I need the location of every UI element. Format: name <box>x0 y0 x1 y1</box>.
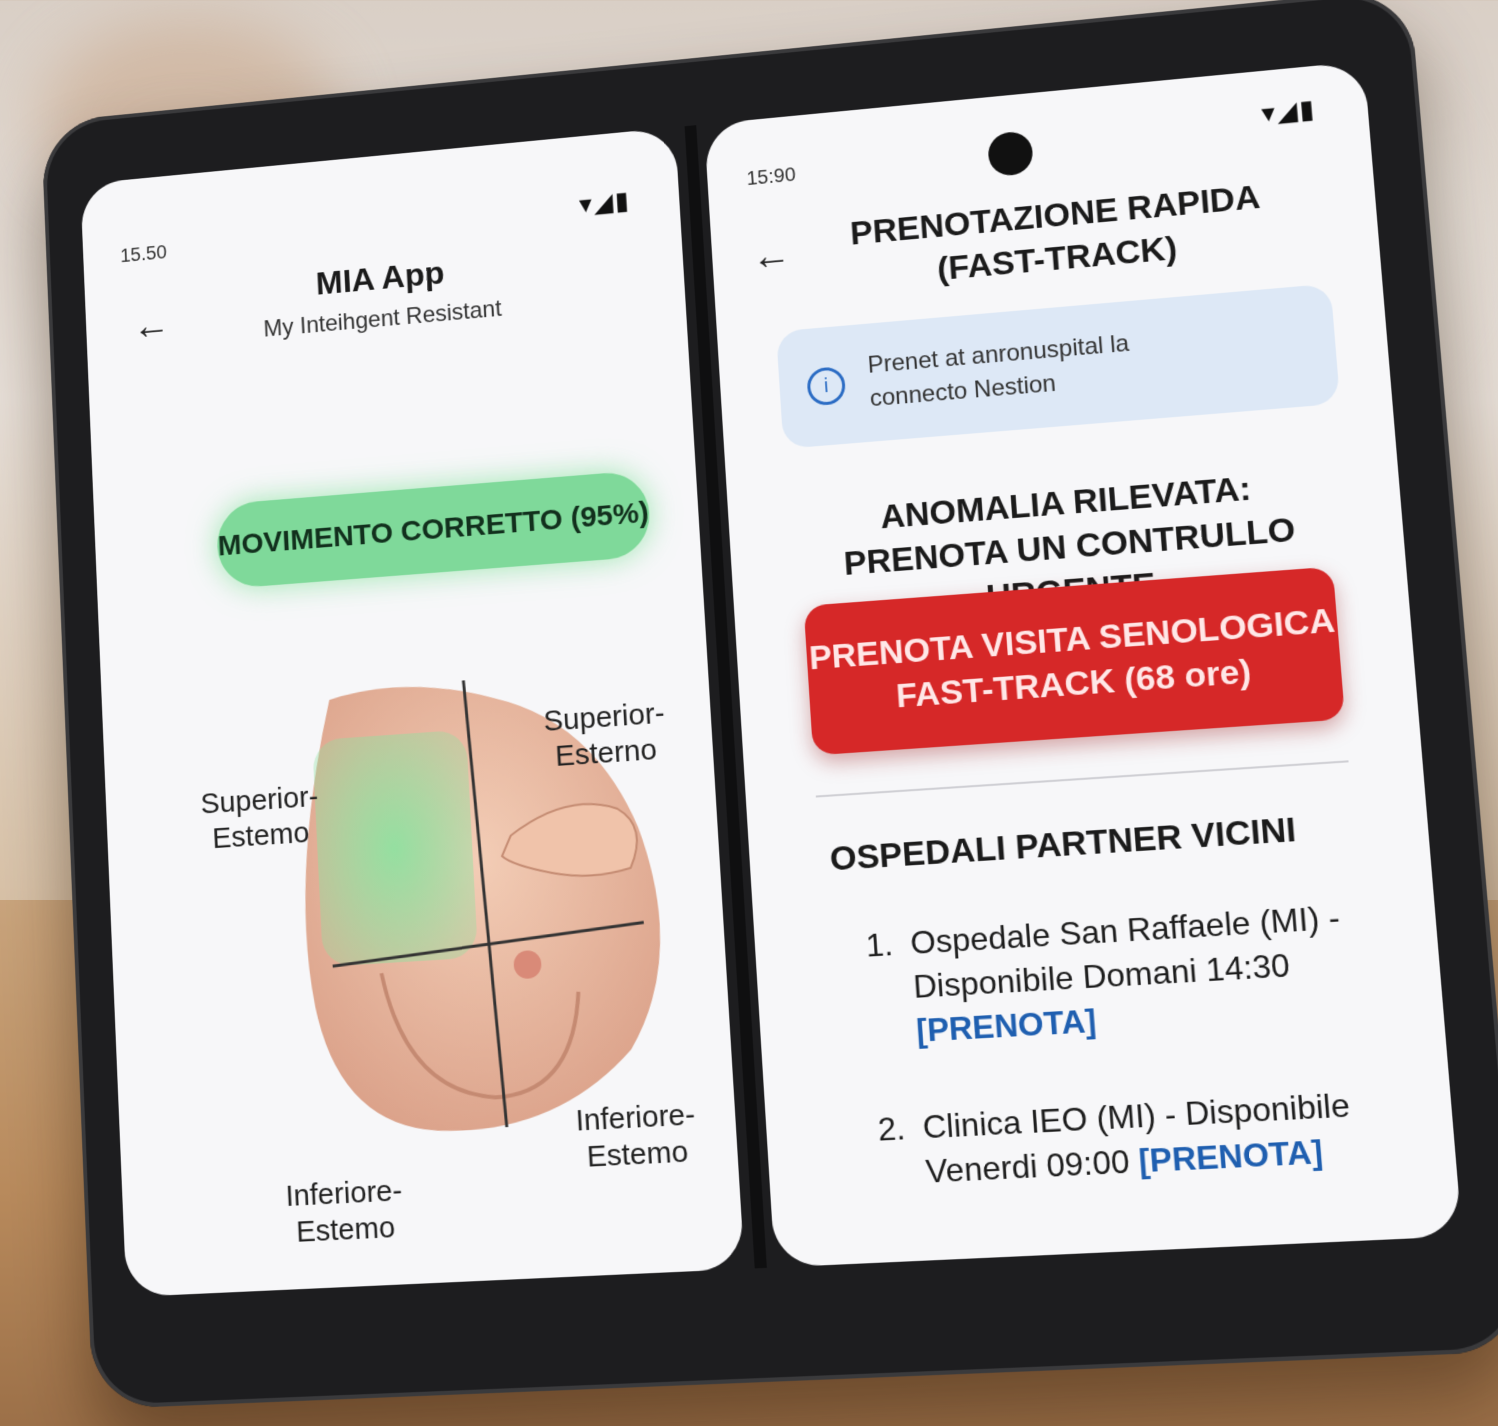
book-link[interactable]: [PRENOTA] <box>915 1002 1097 1049</box>
status-time: 15.50 <box>120 242 167 268</box>
left-screen: 15.50 ▾◢▮ ← MIA App My Inteihgent Resist… <box>80 127 744 1297</box>
right-screen: 15:90 ▾◢▮ ← PRENOTAZIONE RAPIDA (FAST-TR… <box>704 61 1462 1267</box>
list-number: 2. <box>877 1105 928 1196</box>
info-circle-icon: i <box>806 366 846 406</box>
quadrant-label-top-left: Superior- Estemo <box>200 779 321 857</box>
partner-hospitals-heading: OSPEDALI PARTNER VICINI <box>829 810 1298 879</box>
info-banner: i Prenet at anronuspital la connecto Nes… <box>776 284 1340 449</box>
quadrant-label-bottom-left: Inferiore- Estemo <box>285 1173 405 1251</box>
info-text: Prenet at anronuspital la connecto Nesti… <box>867 327 1133 415</box>
status-time: 15:90 <box>746 164 796 191</box>
divider <box>816 760 1349 797</box>
list-item: 2. Clinica IEO (MI) - Disponibile Venerd… <box>877 1080 1404 1196</box>
status-icons: ▾◢▮ <box>1260 94 1317 130</box>
hospital-list: 1. Ospedale San Raffaele (MI) - Disponib… <box>865 893 1408 1248</box>
hospital-info: Ospedale San Raffaele (MI) - Disponibile… <box>909 899 1341 1006</box>
book-link[interactable]: [PRENOTA] <box>1137 1133 1324 1180</box>
front-camera <box>987 130 1034 177</box>
quadrant-label-bottom-right: Inferiore- Estemo <box>575 1097 699 1176</box>
foldable-device: 15.50 ▾◢▮ ← MIA App My Inteihgent Resist… <box>41 0 1498 1409</box>
list-item: 1. Ospedale San Raffaele (MI) - Disponib… <box>865 893 1392 1056</box>
status-icons: ▾◢▮ <box>578 185 631 219</box>
quadrant-label-top-right: Superior- Esterno <box>543 696 668 776</box>
movement-status-badge: MOVIMENTO CORRETTO (95%) <box>216 470 652 590</box>
page-title: PRENOTAZIONE RAPIDA (FAST-TRACK) <box>769 168 1349 306</box>
